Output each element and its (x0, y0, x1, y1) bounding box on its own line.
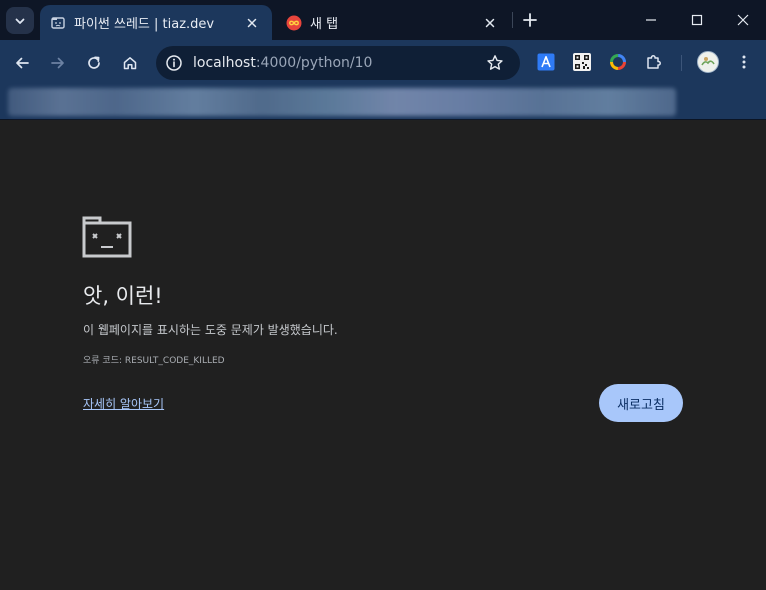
tab-search-button[interactable] (6, 7, 34, 34)
chevron-down-icon (15, 18, 25, 24)
info-icon (166, 55, 182, 71)
plus-icon (523, 13, 537, 27)
extensions-button[interactable] (644, 52, 664, 72)
bookmark-button[interactable] (484, 52, 506, 74)
star-icon (487, 55, 503, 70)
url-host: localhost (193, 55, 256, 71)
toolbar: localhost:4000/python/10 (0, 40, 766, 86)
back-button[interactable] (8, 49, 36, 77)
forward-button[interactable] (44, 49, 72, 77)
reload-page-button[interactable]: 새로고침 (599, 384, 683, 422)
error-page: 앗, 이런! 이 웹페이지를 표시하는 도중 문제가 발생했습니다. 오류 코드… (0, 121, 766, 590)
browser-window: 파이썬 쓰레드 | tiaz.dev 새 탭 localhost:4000/py… (0, 0, 766, 590)
arrow-right-icon (51, 57, 64, 69)
learn-more-link[interactable]: 자세히 알아보기 (83, 395, 164, 412)
maximize-button[interactable] (674, 0, 720, 40)
close-icon (247, 18, 257, 27)
color-extension-button[interactable] (608, 52, 628, 72)
url-path: :4000/python/10 (255, 55, 373, 71)
color-ring-icon (610, 54, 626, 70)
avatar (697, 51, 719, 73)
profile-button[interactable] (697, 51, 719, 73)
site-info-button[interactable] (164, 53, 184, 73)
close-icon (737, 14, 749, 26)
bookmarks-redacted (8, 88, 676, 116)
error-code-label: 오류 코드: (83, 356, 123, 366)
tab-title: 새 탭 (310, 17, 339, 32)
bookmarks-bar (0, 86, 766, 120)
minimize-button[interactable] (628, 0, 674, 40)
tab-strip: 파이썬 쓰레드 | tiaz.dev 새 탭 (0, 0, 766, 40)
error-code: 오류 코드: RESULT_CODE_KILLED (83, 353, 225, 366)
sad-folder-icon (82, 216, 132, 258)
translate-extension-button[interactable] (536, 52, 556, 72)
tab-new[interactable]: 새 탭 (276, 5, 510, 40)
qr-extension-button[interactable] (572, 52, 592, 72)
new-tab-button[interactable] (518, 8, 542, 32)
new-tab-favicon-icon (286, 15, 302, 30)
tab-separator (512, 12, 513, 28)
close-icon (485, 18, 495, 27)
translate-icon (537, 53, 555, 71)
tab-close-button[interactable] (242, 13, 262, 33)
qr-code-icon (573, 53, 591, 71)
error-description: 이 웹페이지를 표시하는 도중 문제가 발생했습니다. (83, 323, 338, 337)
close-window-button[interactable] (720, 0, 766, 40)
minimize-icon (646, 19, 656, 21)
kebab-menu-icon (742, 55, 746, 69)
tab-close-button[interactable] (480, 13, 500, 33)
toolbar-separator (681, 55, 682, 71)
url-text[interactable]: localhost:4000/python/10 (193, 55, 484, 71)
error-code-value: RESULT_CODE_KILLED (124, 356, 225, 366)
home-icon (123, 57, 137, 70)
sad-page-favicon-icon (51, 16, 65, 29)
reload-button[interactable] (80, 49, 108, 77)
maximize-icon (691, 14, 703, 26)
puzzle-icon (647, 55, 661, 69)
arrow-left-icon (16, 57, 29, 69)
tab-active[interactable]: 파이썬 쓰레드 | tiaz.dev (40, 5, 272, 40)
reload-icon (88, 56, 100, 69)
address-bar[interactable]: localhost:4000/python/10 (156, 46, 520, 80)
error-title: 앗, 이런! (83, 284, 163, 308)
tab-title: 파이썬 쓰레드 | tiaz.dev (74, 17, 215, 32)
home-button[interactable] (116, 49, 144, 77)
menu-button[interactable] (734, 52, 754, 72)
